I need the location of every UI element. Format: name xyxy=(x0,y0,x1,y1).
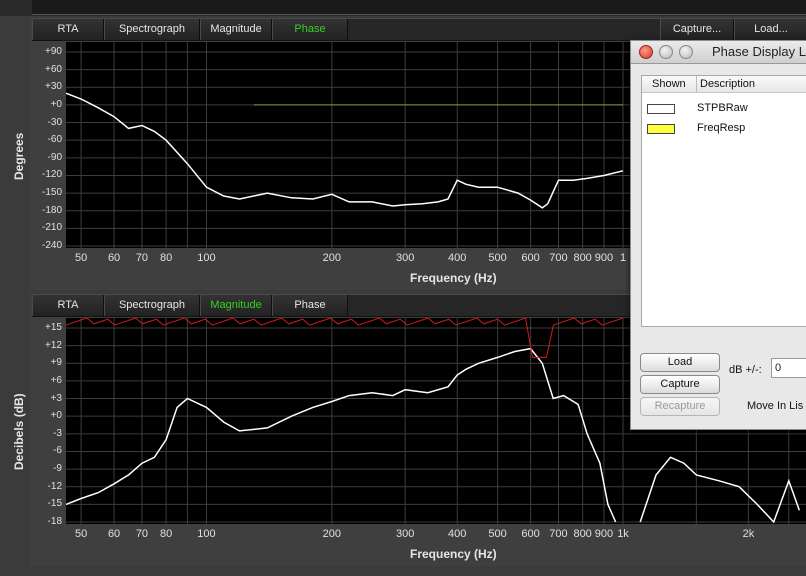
y-tick-label: +30 xyxy=(45,81,62,93)
phase-tab-bar: RTA Spectrograph Magnitude Phase Capture… xyxy=(32,18,806,41)
tab-magnitude[interactable]: Magnitude xyxy=(200,19,272,40)
x-tick-label: 50 xyxy=(74,528,88,540)
y-tick-label: -18 xyxy=(47,516,62,527)
y-tick-label: -240 xyxy=(41,240,62,251)
tab-phase[interactable]: Phase xyxy=(272,295,348,316)
trace-name: FreqResp xyxy=(697,122,746,134)
y-tick-label: +12 xyxy=(45,339,62,351)
list-item[interactable]: FreqResp xyxy=(642,120,806,138)
y-tick-label: -150 xyxy=(41,187,62,199)
tab-magnitude[interactable]: Magnitude xyxy=(200,295,272,316)
load-button[interactable]: Load... xyxy=(734,19,806,40)
window-title-bar[interactable]: Phase Display L xyxy=(631,41,806,64)
x-tick-label: 60 xyxy=(107,528,121,540)
y-tick-label: -30 xyxy=(47,116,62,128)
x-tick-label: 600 xyxy=(521,252,540,264)
close-icon[interactable] xyxy=(639,45,653,59)
x-tick-label: 700 xyxy=(549,528,568,540)
tab-rta[interactable]: RTA xyxy=(32,19,104,40)
y-tick-label: +0 xyxy=(50,410,62,422)
phase-y-axis-title: Degrees xyxy=(12,132,26,180)
column-description[interactable]: Description xyxy=(700,78,755,90)
y-tick-label: +9 xyxy=(50,357,62,369)
x-tick-label: 2k xyxy=(742,528,755,540)
y-tick-label: -60 xyxy=(47,134,62,146)
magnitude-y-axis-title: Decibels (dB) xyxy=(12,393,26,470)
top-strip xyxy=(0,0,806,16)
phase-trace-stpbraw xyxy=(66,92,624,209)
x-tick-label: 300 xyxy=(396,528,415,540)
tab-phase[interactable]: Phase xyxy=(272,19,348,40)
minimize-icon[interactable] xyxy=(659,45,673,59)
x-tick-label: 70 xyxy=(135,528,149,540)
y-tick-label: -12 xyxy=(47,480,62,492)
y-tick-label: +90 xyxy=(45,46,62,57)
x-tick-label: 500 xyxy=(488,528,507,540)
zoom-icon[interactable] xyxy=(679,45,693,59)
magnitude-trace-stpbraw-hf xyxy=(639,456,801,524)
x-tick-label: 700 xyxy=(549,252,568,264)
capture-button[interactable]: Capture... xyxy=(660,19,734,40)
magnitude-trace-reference xyxy=(66,318,624,358)
x-tick-label: 900 xyxy=(594,528,614,540)
y-tick-label: -90 xyxy=(47,151,62,163)
phase-x-axis-title: Frequency (Hz) xyxy=(410,271,497,285)
x-tick-label: 200 xyxy=(322,252,342,264)
x-tick-label: 600 xyxy=(521,528,540,540)
x-tick-label: 50 xyxy=(74,252,88,264)
x-tick-label: 400 xyxy=(448,528,467,540)
color-swatch[interactable] xyxy=(647,124,675,134)
y-tick-label: -210 xyxy=(41,222,62,234)
color-swatch[interactable] xyxy=(647,104,675,114)
x-tick-label: 800 xyxy=(573,528,592,540)
trace-name: STPBRaw xyxy=(697,102,748,114)
x-tick-label: 300 xyxy=(396,252,415,264)
capture-button[interactable]: Capture xyxy=(640,375,720,394)
x-tick-label: 500 xyxy=(488,252,507,264)
x-tick-label: 800 xyxy=(573,252,592,264)
y-tick-label: -3 xyxy=(53,427,62,439)
tab-rta[interactable]: RTA xyxy=(32,295,104,316)
tab-spectrograph[interactable]: Spectrograph xyxy=(104,19,200,40)
y-tick-label: +0 xyxy=(50,98,62,110)
magnitude-trace-stpbraw xyxy=(66,347,617,523)
x-tick-label: 100 xyxy=(197,528,216,540)
tab-spectrograph[interactable]: Spectrograph xyxy=(104,295,200,316)
y-tick-label: +3 xyxy=(50,392,62,404)
x-tick-label: 900 xyxy=(594,252,614,264)
x-tick-label: 80 xyxy=(159,528,173,540)
phase-display-window: Phase Display L Shown Description STPBRa… xyxy=(630,40,806,430)
move-in-list-label: Move In Lis xyxy=(747,400,804,412)
y-tick-label: +15 xyxy=(45,322,62,333)
list-item[interactable]: STPBRaw xyxy=(642,100,806,118)
x-tick-label: 70 xyxy=(135,252,149,264)
magnitude-x-axis-title: Frequency (Hz) xyxy=(410,547,497,561)
top-strip-inner xyxy=(32,0,806,15)
recapture-button: Recapture xyxy=(640,397,720,416)
x-tick-label: 80 xyxy=(159,252,173,264)
db-offset-label: dB +/-: xyxy=(729,364,762,376)
window-title: Phase Display L xyxy=(712,44,806,59)
y-tick-label: -9 xyxy=(53,463,62,475)
x-tick-label: 60 xyxy=(107,252,121,264)
x-tick-label: 100 xyxy=(197,252,216,264)
y-tick-label: -15 xyxy=(47,498,62,510)
x-tick-label: 1 xyxy=(619,252,627,264)
y-tick-label: -6 xyxy=(53,445,62,457)
x-tick-label: 1k xyxy=(617,528,629,540)
load-button[interactable]: Load xyxy=(640,353,720,372)
y-tick-label: -120 xyxy=(41,169,62,181)
column-shown[interactable]: Shown xyxy=(652,78,686,90)
db-offset-field[interactable] xyxy=(771,358,806,378)
list-header: Shown Description xyxy=(642,76,806,93)
column-divider xyxy=(696,76,697,92)
x-tick-label: 200 xyxy=(322,528,342,540)
trace-list[interactable]: Shown Description STPBRaw FreqResp xyxy=(641,75,806,327)
y-tick-label: +6 xyxy=(50,374,62,386)
y-tick-label: +60 xyxy=(45,63,62,75)
x-tick-label: 400 xyxy=(448,252,467,264)
y-tick-label: -180 xyxy=(41,204,62,216)
